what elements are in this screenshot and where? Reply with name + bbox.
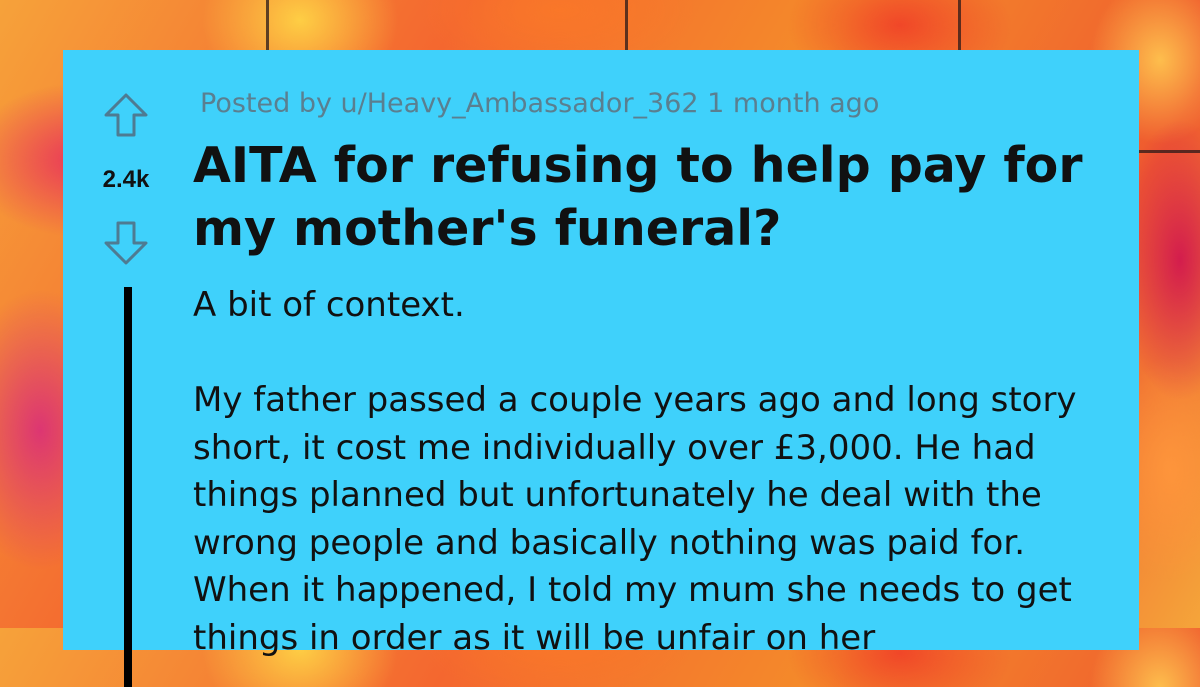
background-crack (625, 0, 628, 50)
background-crack (1139, 150, 1200, 153)
upvote-arrow-icon[interactable] (103, 92, 149, 138)
downvote-arrow-icon[interactable] (103, 220, 149, 266)
background-crack (266, 0, 269, 50)
post-title[interactable]: AITA for refusing to help pay for my mot… (193, 134, 1123, 260)
thread-line (124, 287, 132, 687)
body-paragraph: A bit of context. (193, 285, 465, 325)
post-card: 2.4k Posted by u/Heavy_Ambassador_362 1 … (63, 50, 1139, 687)
body-paragraph: My father passed a couple years ago and … (193, 380, 1077, 658)
post-body: A bit of context. My father passed a cou… (193, 282, 1123, 662)
background-crack (958, 0, 961, 50)
post-meta: Posted by u/Heavy_Ambassador_362 1 month… (200, 88, 880, 119)
vote-count: 2.4k (102, 166, 150, 193)
